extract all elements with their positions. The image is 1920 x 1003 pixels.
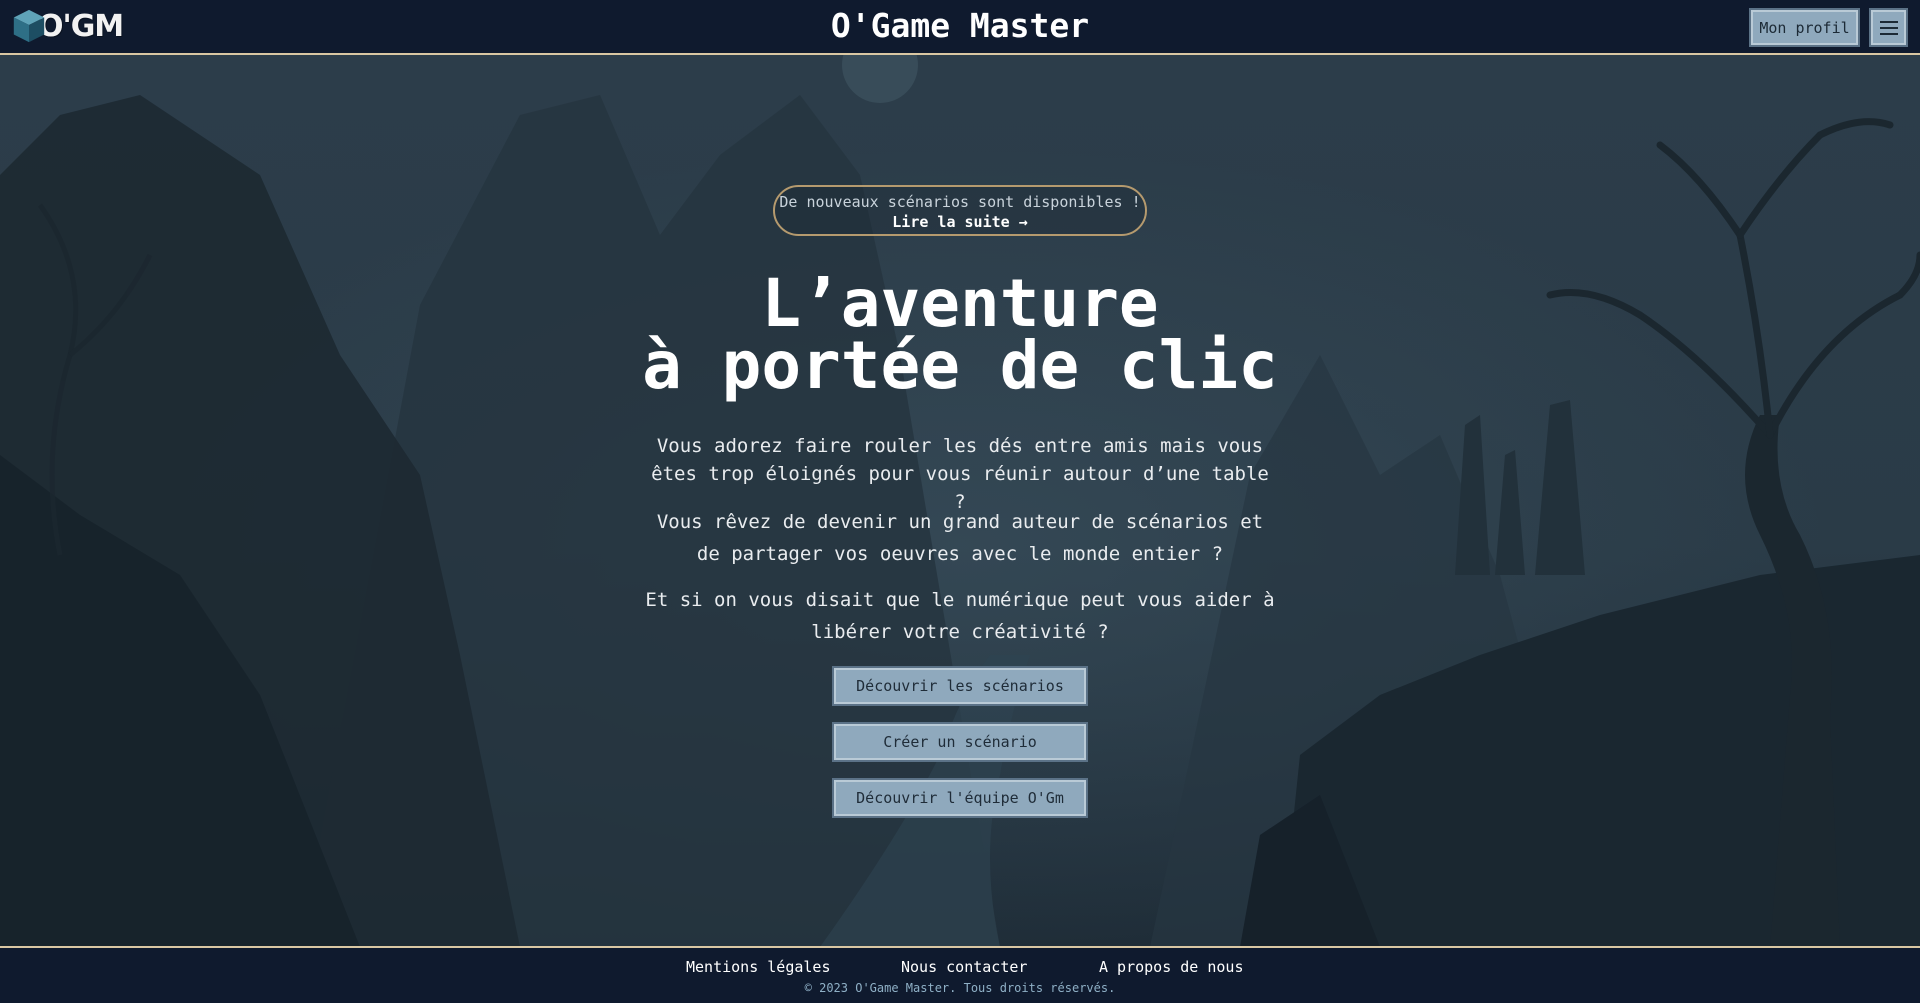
profile-button[interactable]: Mon profil [1749,8,1860,47]
copyright-text: © 2023 O'Game Master. Tous droits réserv… [804,981,1116,995]
contact-link[interactable]: Nous contacter [901,958,1027,976]
hero-paragraph-3: Et si on vous disait que le numérique pe… [645,589,1275,643]
discover-team-button[interactable]: Découvrir l'équipe O'Gm [832,778,1088,818]
legal-notice-link[interactable]: Mentions légales [686,958,831,976]
site-title: O'Game Master [830,6,1090,45]
site-footer: Mentions légales Nous contacter A propos… [0,946,1920,1003]
hamburger-menu-icon [1879,20,1898,35]
site-header: O'GM O'Game Master Mon profil [0,0,1920,55]
menu-button[interactable] [1869,8,1908,47]
create-scenario-button[interactable]: Créer un scénario [832,722,1088,762]
news-banner[interactable]: De nouveaux scénarios sont disponibles !… [773,185,1147,236]
hero-paragraph-2: Vous rêvez de devenir un grand auteur de… [656,511,1264,565]
hero-title: L’aventure à portée de clic [0,265,1920,404]
about-link[interactable]: A propos de nous [1099,958,1244,976]
footer-links: Mentions légales Nous contacter A propos… [0,958,1920,978]
hero-title-line1: L’aventure [761,265,1159,342]
hero-title-line2: à portée de clic [642,327,1278,404]
discover-scenarios-button[interactable]: Découvrir les scénarios [832,666,1088,706]
read-more-link[interactable]: Lire la suite → [775,212,1145,232]
hero-section: De nouveaux scénarios sont disponibles !… [0,55,1920,947]
banner-text: De nouveaux scénarios sont disponibles ! [779,193,1141,211]
hero-paragraph-1: Vous adorez faire rouler les dés entre a… [651,435,1269,513]
